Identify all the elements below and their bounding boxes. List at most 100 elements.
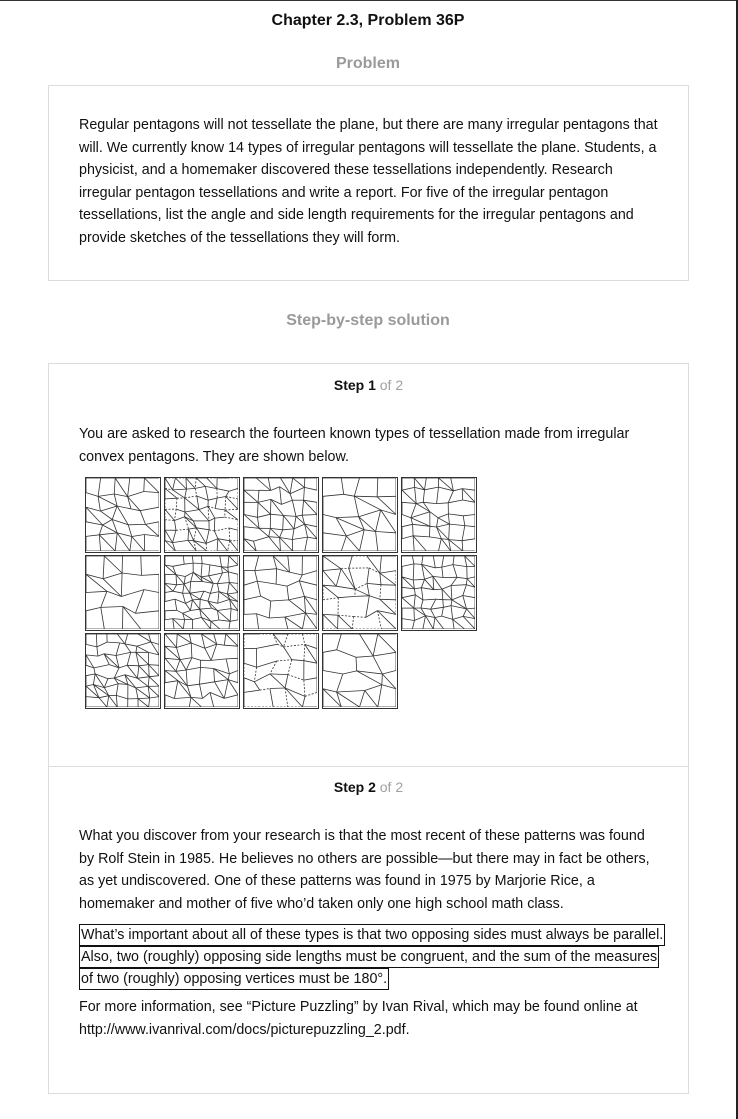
tile-edge [191, 657, 201, 661]
tile-edge [172, 489, 185, 499]
tile-edge [227, 556, 230, 568]
tile-edge [223, 679, 229, 699]
tile-edge [165, 598, 175, 602]
tile-edge [141, 573, 159, 576]
tile-edge [147, 676, 150, 687]
tile-edge [199, 667, 201, 685]
tile-edge [165, 478, 173, 491]
tile-edge [182, 593, 186, 604]
tile-edge [122, 572, 142, 576]
tile-edge [452, 564, 467, 567]
tile-edge [343, 493, 355, 497]
tile-edge [148, 697, 151, 707]
tile-edge [207, 593, 211, 602]
tile-edge [268, 536, 281, 551]
page-top-border [0, 0, 736, 1]
tile-edge [461, 540, 464, 551]
tile-edge [196, 527, 207, 544]
tile-edge [224, 496, 227, 511]
tile-edge [435, 566, 442, 569]
tile-edge [402, 563, 414, 567]
tile-edge [365, 610, 378, 618]
tile-edge [198, 509, 210, 522]
tile-edge [448, 513, 464, 517]
tile-edge [229, 582, 238, 584]
step-divider [49, 766, 688, 767]
tile-edge [113, 478, 116, 495]
tile-edge [202, 563, 210, 566]
tile-edge [372, 634, 379, 657]
tessellation-type-12-icon [164, 633, 240, 709]
step-2-line: For more information, see “Picture Puzzl… [79, 999, 638, 1015]
highlight-line-2: Also, two (roughly) opposing side length… [79, 946, 660, 968]
tile-edge [174, 599, 178, 611]
tile-edge [430, 599, 437, 610]
tile-edge [304, 537, 308, 551]
tile-edge [256, 643, 278, 649]
tile-edge [211, 658, 227, 661]
tile-edge [441, 589, 444, 600]
tile-edge [356, 670, 383, 675]
tile-edge [452, 556, 455, 565]
tile-edge [413, 608, 415, 621]
tile-edge [421, 579, 425, 588]
tile-edge [340, 535, 347, 551]
tile-edge [148, 664, 150, 677]
tile-edge [441, 588, 453, 601]
tile-edge [86, 673, 96, 677]
tile-edge [188, 527, 197, 530]
tile-edge [462, 515, 466, 526]
page-title: Chapter 2.3, Problem 36P [271, 12, 465, 29]
tile-edge [456, 576, 468, 579]
tile-edge [196, 527, 210, 531]
tile-edge [177, 680, 188, 687]
step-2-link[interactable]: http://www.ivanrival.com/docs/picturepuz… [79, 1019, 679, 1042]
tile-edge [380, 509, 396, 534]
tile-edge [137, 697, 150, 699]
step-1-line: You are asked to research the fourteen k… [79, 426, 630, 442]
tile-edge [379, 598, 396, 601]
tile-edge [379, 573, 382, 585]
tile-edge [97, 653, 105, 657]
tile-edge [303, 644, 306, 661]
tile-edge [279, 537, 281, 551]
tile-edge [402, 501, 417, 504]
tile-edge [413, 563, 422, 565]
tile-edge [121, 589, 145, 597]
tile-edge [208, 517, 215, 522]
tile-edge [129, 536, 133, 551]
tile-edge [256, 581, 261, 597]
tile-edge [194, 488, 198, 497]
tile-edge [340, 478, 345, 495]
tile-edge [97, 478, 101, 497]
tile-edge [256, 613, 259, 629]
tessellation-type-3-icon [243, 477, 319, 553]
tile-edge [304, 692, 317, 697]
tile-edge [303, 680, 306, 697]
tile-edge [127, 664, 139, 667]
tile-edge [429, 511, 439, 519]
tile-edge [214, 679, 229, 683]
tile-edge [336, 649, 357, 658]
tile-edge [412, 535, 427, 551]
tile-edge [200, 598, 208, 602]
tile-edge [143, 478, 145, 492]
tile-edge [366, 583, 382, 586]
problem-line: will. We currently know 14 types of irre… [79, 139, 657, 156]
problem-text: Regular pentagons will not tessellate th… [79, 114, 679, 249]
tile-edge [293, 516, 297, 529]
step-1-label: Step 1 [333, 377, 376, 393]
tile-edge [413, 578, 425, 581]
tile-edge [93, 667, 96, 674]
tile-edge [182, 610, 191, 614]
tile-edge [165, 658, 177, 672]
tile-edge [208, 564, 211, 576]
tile-edge [402, 597, 415, 609]
tile-edge [303, 677, 317, 681]
tile-edge [414, 588, 416, 595]
tile-edge [425, 615, 435, 618]
tile-edge [420, 599, 424, 609]
tile-edge [276, 583, 288, 587]
tile-edge [425, 615, 434, 629]
tile-edge [448, 539, 464, 551]
